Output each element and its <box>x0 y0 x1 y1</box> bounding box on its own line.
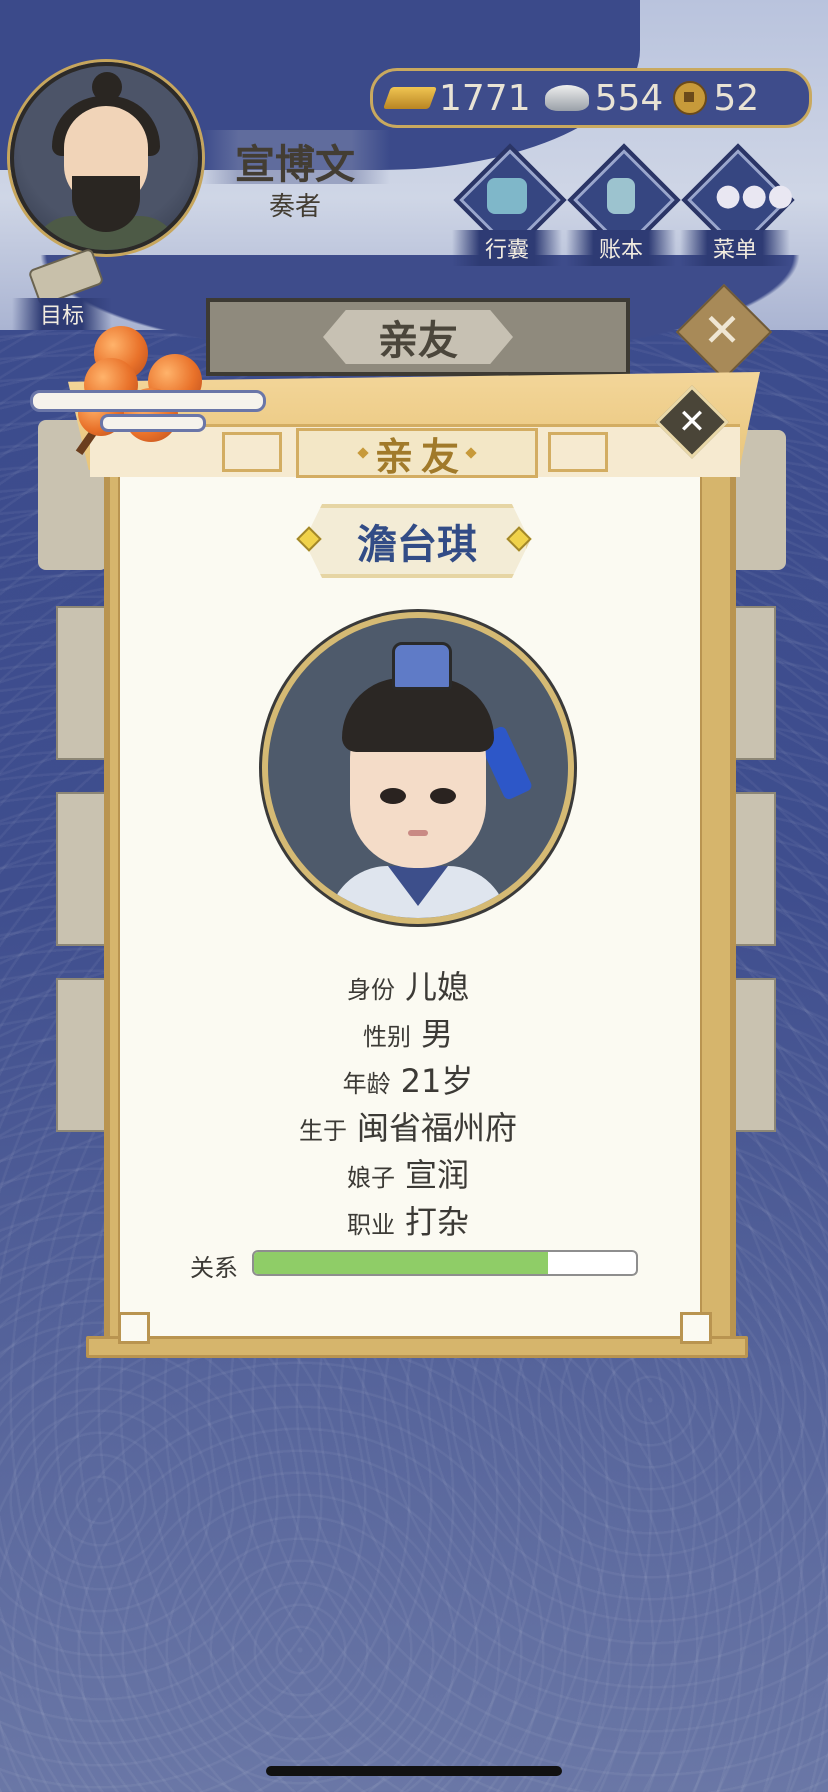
character-portrait <box>262 612 574 924</box>
relationship-bar <box>252 1250 638 1276</box>
cloud-decoration-small <box>100 414 206 432</box>
modal-title: 亲友 <box>296 428 538 479</box>
info-row-birthplace: 生于 闽省福州府 <box>118 1103 698 1149</box>
character-name: 澹台琪 <box>357 522 477 568</box>
player-avatar[interactable] <box>10 62 202 254</box>
gender-value: 男 <box>420 1015 453 1053</box>
goal-button[interactable]: 目标 <box>12 247 112 330</box>
modal-title-text: 亲友 <box>374 434 467 479</box>
cloud-decoration <box>30 390 266 412</box>
relationship-label: 关系 <box>190 1254 238 1282</box>
corner-ornament-right <box>680 1312 712 1344</box>
occupation-value: 打杂 <box>404 1203 469 1241</box>
info-row-identity: 身份 儿媳 <box>118 962 698 1008</box>
home-indicator[interactable] <box>266 1766 562 1776</box>
ledger-book-icon <box>607 178 635 214</box>
spouse-value: 宣润 <box>404 1156 469 1194</box>
menu-label: 菜单 <box>680 230 790 266</box>
menu-button[interactable]: ●●● 菜单 <box>680 143 795 266</box>
portrait-mouth <box>408 830 428 836</box>
gold-amount: 1771 <box>439 77 531 119</box>
portrait-hair-crown <box>392 642 452 690</box>
identity-value: 儿媳 <box>404 968 469 1006</box>
info-row-occupation: 职业 打杂 <box>118 1197 698 1243</box>
modal-bottom-rod <box>86 1336 748 1358</box>
goal-label: 目标 <box>12 298 112 330</box>
header-side-box-right <box>548 432 608 472</box>
background-card-left-2 <box>56 792 110 946</box>
birthplace-value: 闽省福州府 <box>356 1109 517 1147</box>
info-row-spouse: 娘子 宣润 <box>118 1150 698 1196</box>
silver-ingot-icon <box>544 85 589 111</box>
age-label: 年龄 <box>342 1070 391 1098</box>
birthplace-label: 生于 <box>298 1117 347 1145</box>
bag-button[interactable]: 行囊 <box>452 143 567 266</box>
ledger-button[interactable]: 账本 <box>566 143 681 266</box>
currency-bar: 1771 554 52 <box>370 68 812 128</box>
occupation-label: 职业 <box>346 1211 395 1239</box>
info-row-age: 年龄 21岁 <box>118 1056 698 1102</box>
portrait-eye-left <box>380 788 406 804</box>
portrait-eye-right <box>430 788 456 804</box>
background-panel-banner: 亲友 <box>206 298 630 376</box>
spouse-label: 娘子 <box>346 1164 395 1192</box>
background-panel-title: 亲友 <box>323 310 513 364</box>
player-name: 宣博文 <box>235 142 355 188</box>
age-value: 21岁 <box>400 1062 474 1100</box>
background-close-icon: ✕ <box>702 303 742 357</box>
title-dot-left <box>357 447 369 459</box>
silver-amount: 554 <box>594 77 664 119</box>
header-side-box-left <box>222 432 282 472</box>
character-name-plate: 澹台琪 <box>304 504 530 578</box>
avatar-hair-bun <box>92 72 122 102</box>
background-card-left-3 <box>56 978 110 1132</box>
relationship-bar-fill <box>254 1252 549 1274</box>
corner-ornament-left <box>118 1312 150 1344</box>
gold-ingot-icon <box>382 87 438 109</box>
bag-label: 行囊 <box>452 230 562 266</box>
more-dots-icon: ●●● <box>715 178 794 213</box>
player-title: 奏者 <box>268 192 321 222</box>
close-icon: ✕ <box>677 402 707 442</box>
copper-amount: 52 <box>713 77 760 119</box>
info-row-gender: 性别男 <box>118 1009 698 1055</box>
gender-label: 性别 <box>362 1023 411 1051</box>
ledger-label: 账本 <box>566 230 676 266</box>
background-card-left-1 <box>56 606 110 760</box>
identity-label: 身份 <box>346 976 395 1004</box>
copper-coin-icon <box>673 81 708 115</box>
title-dot-right <box>465 447 477 459</box>
bag-icon <box>487 178 527 214</box>
